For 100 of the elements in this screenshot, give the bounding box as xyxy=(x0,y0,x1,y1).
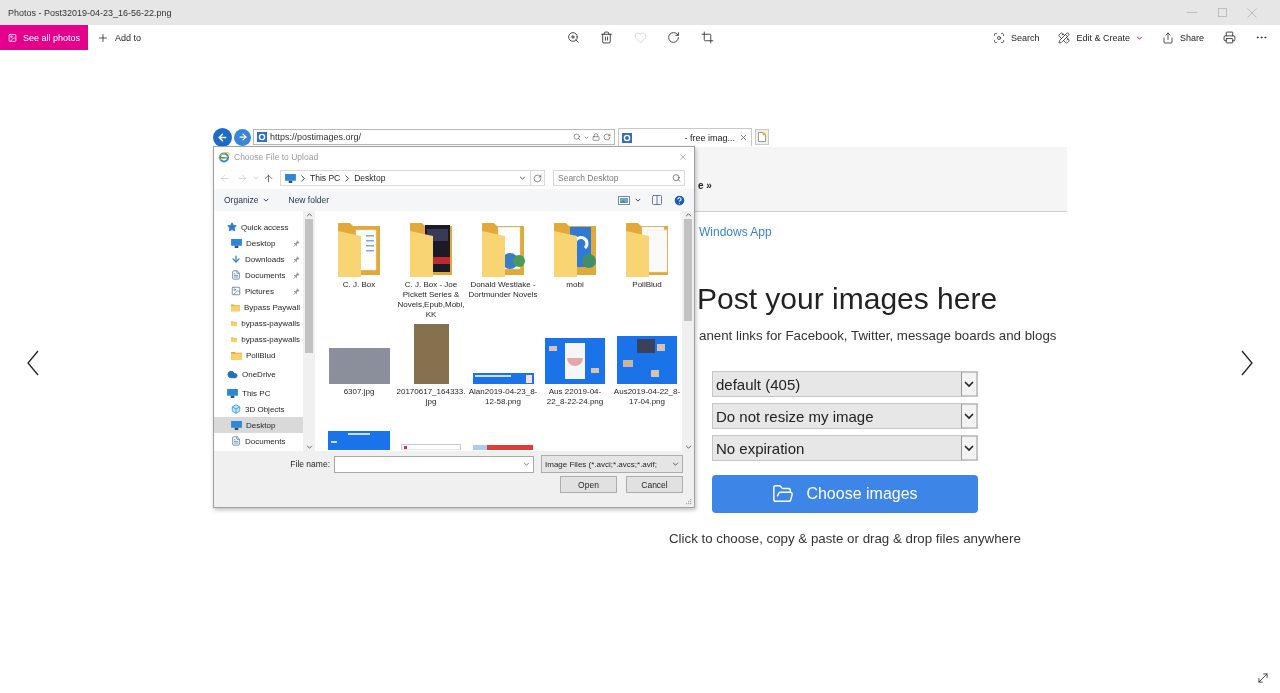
file-name[interactable]: Aus2019-04-22_8-17-04.png xyxy=(612,387,682,407)
nav-item[interactable]: Downloads xyxy=(214,251,303,267)
photo-placeholder[interactable] xyxy=(413,324,449,384)
refresh-button[interactable] xyxy=(531,170,545,186)
scrollbar[interactable] xyxy=(682,211,694,451)
chevron-right-icon xyxy=(301,174,305,182)
see-all-photos-button[interactable]: See all photos xyxy=(0,25,88,50)
file-name[interactable]: 20170617_164333.jpg xyxy=(396,387,466,407)
search-button[interactable]: Search xyxy=(986,25,1046,50)
share-button[interactable]: Share xyxy=(1155,25,1210,50)
maximize-icon xyxy=(1217,8,1227,17)
page-heading: Post your images here xyxy=(697,282,998,316)
file-name[interactable]: C. J. Box - Joe Pickett Series & Novels,Epub,Mobi, KK xyxy=(396,280,466,320)
breadcrumb[interactable]: This PC xyxy=(310,173,341,183)
organize-button[interactable]: Organize xyxy=(222,192,271,208)
screenshot-thumbnail-drawing[interactable] xyxy=(617,336,677,384)
browser-tab[interactable]: - free imag... xyxy=(618,128,752,146)
preview-pane-button[interactable] xyxy=(651,193,663,207)
scrollbar-thumb[interactable] xyxy=(305,219,313,353)
back-button[interactable] xyxy=(213,127,232,147)
nav-item[interactable]: Bypass Paywall xyxy=(214,299,303,315)
nav-item[interactable]: Documents xyxy=(214,267,303,283)
screenshot-thumbnail-drawing[interactable] xyxy=(473,445,533,450)
file-name-field[interactable] xyxy=(334,455,534,473)
scroll-down-icon[interactable] xyxy=(305,445,313,449)
file-name[interactable]: mobi xyxy=(540,280,610,290)
folder-icon[interactable] xyxy=(408,221,454,277)
dropdown[interactable]: default (405) xyxy=(712,371,978,397)
file-name[interactable]: Donald Westlake - Dortmunder Novels xyxy=(468,280,538,300)
view-button[interactable] xyxy=(618,193,641,207)
address-field[interactable]: https://postimages.org/ xyxy=(253,129,615,145)
nav-link[interactable]: e » xyxy=(698,180,712,191)
document-thumbnail-drawing[interactable] xyxy=(401,444,461,450)
close-icon xyxy=(1247,7,1257,18)
cube-icon xyxy=(231,404,241,414)
folder-icon xyxy=(231,350,242,360)
nav-item[interactable]: 3D Objects xyxy=(214,401,303,417)
nav-item[interactable]: Desktop xyxy=(214,417,303,433)
lock-icon xyxy=(592,133,600,141)
scroll-down-icon[interactable] xyxy=(684,445,692,449)
close-button[interactable] xyxy=(678,152,688,162)
resize-grip-icon[interactable] xyxy=(685,498,692,505)
scroll-up-icon[interactable] xyxy=(305,213,313,217)
page-subtitle: anent links for Facebook, Twitter, message boards and blogs xyxy=(699,327,1057,344)
desktop-icon xyxy=(231,420,242,430)
screenshot-thumbnail-drawing[interactable] xyxy=(545,338,605,384)
fullscreen-button[interactable] xyxy=(1256,671,1270,685)
cancel-button[interactable]: Cancel xyxy=(626,476,683,493)
file-name[interactable]: Alan2019-04-23_8-12-58.png xyxy=(468,387,538,407)
caret-icon xyxy=(523,462,530,466)
folder-open-icon xyxy=(772,483,795,505)
new-tab-button[interactable] xyxy=(755,129,769,145)
app-link[interactable]: Windows App xyxy=(699,224,772,240)
document-icon xyxy=(231,436,241,446)
forward-button[interactable] xyxy=(234,128,251,146)
nav-item[interactable]: bypass-paywalls xyxy=(214,331,303,347)
star-icon xyxy=(227,222,237,232)
pane-icon xyxy=(651,194,663,206)
scroll-up-icon[interactable] xyxy=(684,213,692,217)
dropdown[interactable]: Do not resize my image xyxy=(712,403,978,429)
help-button[interactable] xyxy=(673,193,686,207)
file-name[interactable]: C. J. Box xyxy=(324,280,394,290)
refresh-icon xyxy=(533,173,542,183)
nav-item[interactable]: This PC xyxy=(214,385,303,401)
nav-item[interactable]: Quick access xyxy=(214,219,303,235)
nav-item[interactable]: Pictures xyxy=(214,283,303,299)
nav-item[interactable]: PollBlud xyxy=(214,347,303,363)
forward-arrow-icon xyxy=(237,132,248,142)
open-button[interactable]: Open xyxy=(560,476,617,493)
file-name[interactable]: PollBlud xyxy=(612,280,682,290)
previous-button[interactable] xyxy=(27,350,39,376)
view-icon xyxy=(618,195,630,205)
edit-create-button[interactable]: Edit & Create xyxy=(1052,25,1149,50)
download-arrow-icon xyxy=(231,254,241,264)
new-folder-button[interactable]: New folder xyxy=(286,192,332,208)
file-name[interactable]: 6307.jpg xyxy=(324,387,394,397)
nav-item[interactable]: Desktop xyxy=(214,235,303,251)
dropdown[interactable]: No expiration xyxy=(712,435,978,461)
nav-item[interactable]: bypass-paywalls xyxy=(214,315,303,331)
breadcrumb[interactable]: Desktop xyxy=(354,173,386,183)
search-icon xyxy=(672,173,681,183)
next-button[interactable] xyxy=(1241,350,1253,376)
file-type-dropdown[interactable]: Image Files (*.avci;*.avcs;*.avif; xyxy=(541,455,683,473)
close-icon xyxy=(739,133,748,142)
scrollbar[interactable] xyxy=(303,211,315,451)
nav-item[interactable]: OneDrive xyxy=(214,366,303,382)
nav-item[interactable]: Documents xyxy=(214,433,303,449)
screenshot-thumbnail-drawing[interactable] xyxy=(472,373,534,384)
chevron-right-icon xyxy=(1241,350,1253,376)
choose-images-button[interactable]: Choose images xyxy=(712,475,978,513)
scrollbar-thumb[interactable] xyxy=(684,219,692,321)
dialog-title: Choose File to Upload xyxy=(234,152,319,162)
scan-icon xyxy=(992,31,1005,44)
add-to-button[interactable]: Add to xyxy=(91,25,148,50)
cloud-icon xyxy=(227,368,238,380)
caret-icon xyxy=(635,198,641,202)
screenshot-thumbnail-drawing[interactable] xyxy=(328,431,390,450)
file-name[interactable]: Aus 22019-04-22_8-22-24.png xyxy=(540,387,610,407)
search-field[interactable]: Search Desktop xyxy=(553,170,685,186)
address-field[interactable]: This PC Desktop xyxy=(280,170,531,186)
